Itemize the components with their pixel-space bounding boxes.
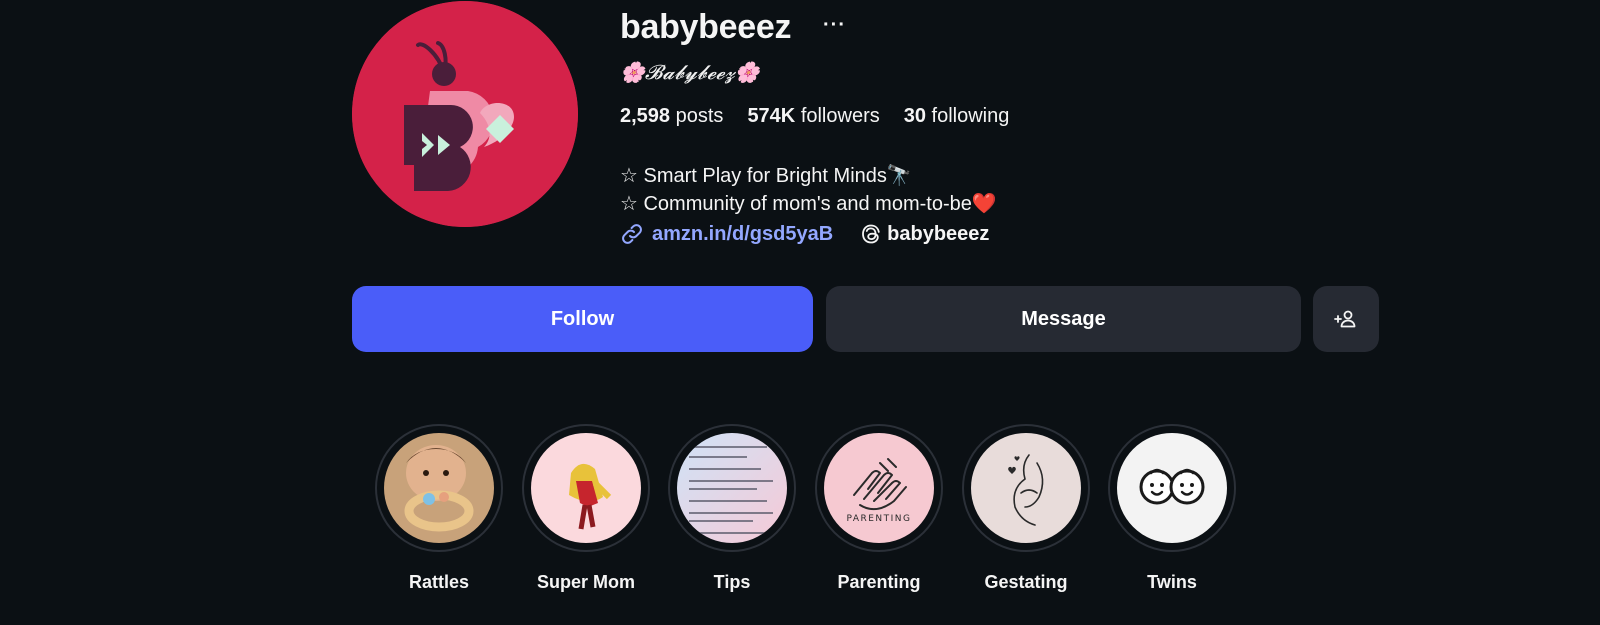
suggested-users-button[interactable] bbox=[1313, 286, 1379, 352]
following-stat[interactable]: 30 following bbox=[904, 105, 1010, 128]
parenting-hands-thumbnail-icon: PARENTING bbox=[824, 433, 934, 543]
highlight-ring bbox=[1108, 424, 1236, 552]
highlight-ring bbox=[375, 424, 503, 552]
external-link[interactable]: amzn.in/d/gsd5yaB bbox=[652, 223, 833, 246]
highlight-super-mom[interactable]: Super Mom bbox=[521, 424, 651, 593]
highlight-tips[interactable]: Tips bbox=[667, 424, 797, 593]
twins-faces-thumbnail-icon bbox=[1117, 433, 1227, 543]
profile-username: babybeeez bbox=[620, 8, 792, 46]
bee-logo-icon bbox=[352, 1, 578, 227]
parenting-text: PARENTING bbox=[846, 514, 911, 524]
followers-stat[interactable]: 574K followers bbox=[747, 105, 879, 128]
threads-handle: babybeeez bbox=[887, 222, 990, 245]
highlight-ring bbox=[962, 424, 1090, 552]
story-highlights: Rattles Super Mom Tips PARENTING Parenti… bbox=[374, 424, 1274, 624]
pregnancy-thumbnail-icon bbox=[971, 433, 1081, 543]
bio-line: ☆ Smart Play for Bright Minds🔭 bbox=[620, 165, 912, 187]
highlight-rattles[interactable]: Rattles bbox=[374, 424, 504, 593]
posts-count: 2,598 bbox=[620, 105, 671, 127]
super-mom-thumbnail-icon bbox=[531, 433, 641, 543]
highlight-gestating[interactable]: Gestating bbox=[961, 424, 1091, 593]
more-options-icon[interactable]: ··· bbox=[823, 14, 846, 37]
profile-avatar[interactable] bbox=[352, 1, 578, 227]
threads-icon bbox=[862, 224, 880, 244]
followers-count: 574K bbox=[747, 105, 796, 127]
highlight-label: Parenting bbox=[837, 572, 921, 592]
posts-label: posts bbox=[675, 105, 724, 127]
bio-line: ☆ Community of mom's and mom-to-be❤️ bbox=[620, 193, 997, 215]
highlight-parenting[interactable]: PARENTING Parenting bbox=[814, 424, 944, 593]
link-icon bbox=[622, 224, 642, 244]
highlight-ring: PARENTING bbox=[815, 424, 943, 552]
add-person-icon bbox=[1334, 310, 1356, 328]
highlight-label: Rattles bbox=[408, 572, 470, 592]
highlight-label: Tips bbox=[713, 572, 751, 592]
following-label: following bbox=[931, 105, 1010, 127]
posts-stat[interactable]: 2,598 posts bbox=[620, 105, 723, 128]
profile-stats: 2,598 posts 574K followers 30 following bbox=[620, 105, 1009, 128]
highlight-twins[interactable]: Twins bbox=[1107, 424, 1237, 593]
highlight-ring bbox=[522, 424, 650, 552]
threads-link[interactable]: babybeeez bbox=[859, 222, 989, 246]
highlight-label: Twins bbox=[1147, 572, 1197, 592]
highlight-label: Gestating bbox=[984, 572, 1068, 592]
followers-label: followers bbox=[800, 105, 880, 127]
message-button[interactable]: Message bbox=[826, 286, 1301, 352]
profile-links: amzn.in/d/gsd5yaB babybeeez bbox=[620, 222, 989, 246]
profile-bio: ☆ Smart Play for Bright Minds🔭 ☆ Communi… bbox=[620, 162, 997, 218]
tips-document-thumbnail-icon bbox=[677, 433, 787, 543]
following-count: 30 bbox=[903, 105, 926, 127]
baby-rattle-thumbnail-icon bbox=[384, 433, 494, 543]
highlight-label: Super Mom bbox=[536, 572, 635, 592]
profile-full-name: 🌸𝓑𝓪𝓫𝔂𝓫𝓮𝓮𝔃🌸 bbox=[620, 60, 760, 84]
highlight-ring bbox=[668, 424, 796, 552]
follow-button[interactable]: Follow bbox=[352, 286, 813, 352]
